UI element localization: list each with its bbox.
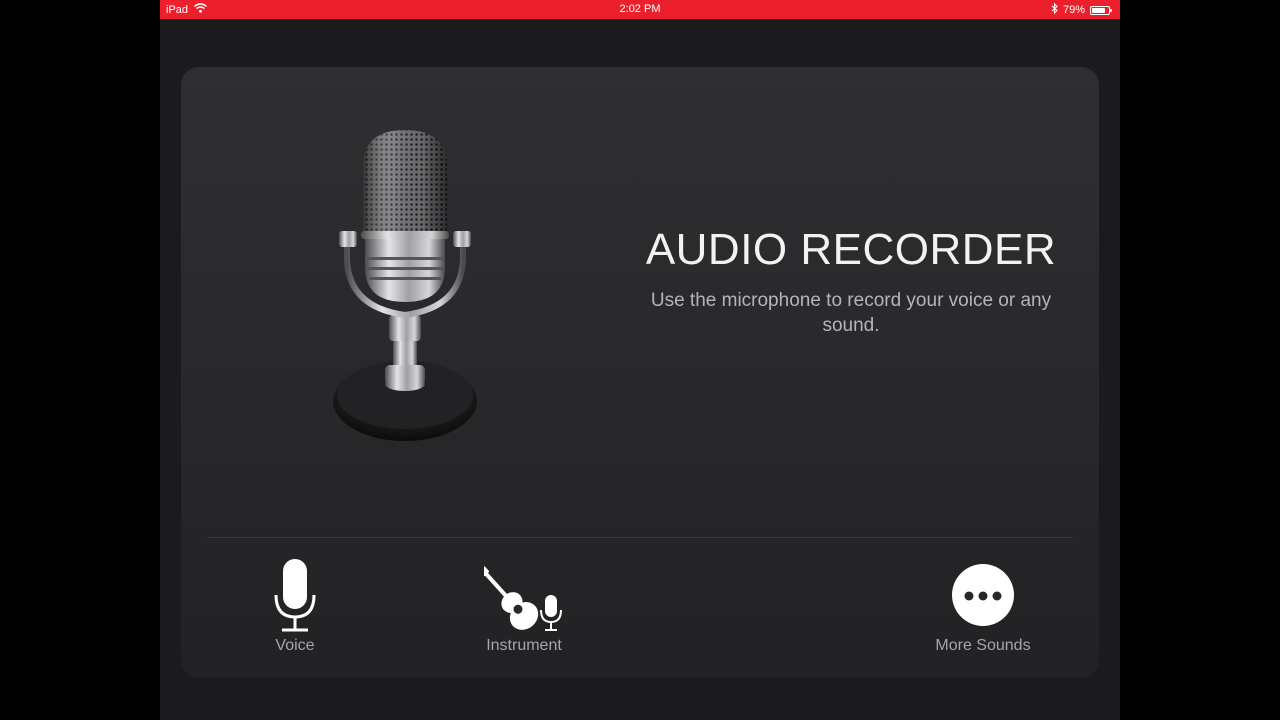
battery-level-fill (1092, 7, 1105, 13)
audio-recorder-card: AUDIO RECORDER Use the microphone to rec… (181, 67, 1099, 678)
page-title: AUDIO RECORDER (645, 225, 1057, 274)
instrument-label: Instrument (486, 637, 562, 654)
bluetooth-icon (1051, 2, 1058, 17)
more-sounds-label: More Sounds (935, 637, 1031, 654)
status-time: 2:02 PM (619, 3, 661, 15)
status-right: 79% (1051, 2, 1112, 17)
battery-percent: 79% (1062, 4, 1085, 16)
microphone-illustration[interactable] (329, 127, 481, 447)
ipad-screen: iPad 2:02 PM 79% AUDIO RECORDER Use the … (160, 0, 1120, 720)
voice-mic-icon[interactable] (225, 555, 365, 635)
battery-icon (1090, 5, 1112, 15)
status-bar: iPad 2:02 PM 79% (160, 0, 1120, 19)
voice-option[interactable]: Voice (225, 555, 365, 655)
voice-label: Voice (275, 637, 315, 654)
divider (207, 537, 1073, 538)
more-sounds-option[interactable]: More Sounds (913, 555, 1053, 655)
guitar-mic-icon[interactable] (454, 555, 594, 635)
more-dots-icon[interactable] (913, 555, 1053, 635)
page-description: Use the microphone to record your voice … (650, 290, 1052, 336)
instrument-option[interactable]: Instrument (454, 555, 594, 655)
